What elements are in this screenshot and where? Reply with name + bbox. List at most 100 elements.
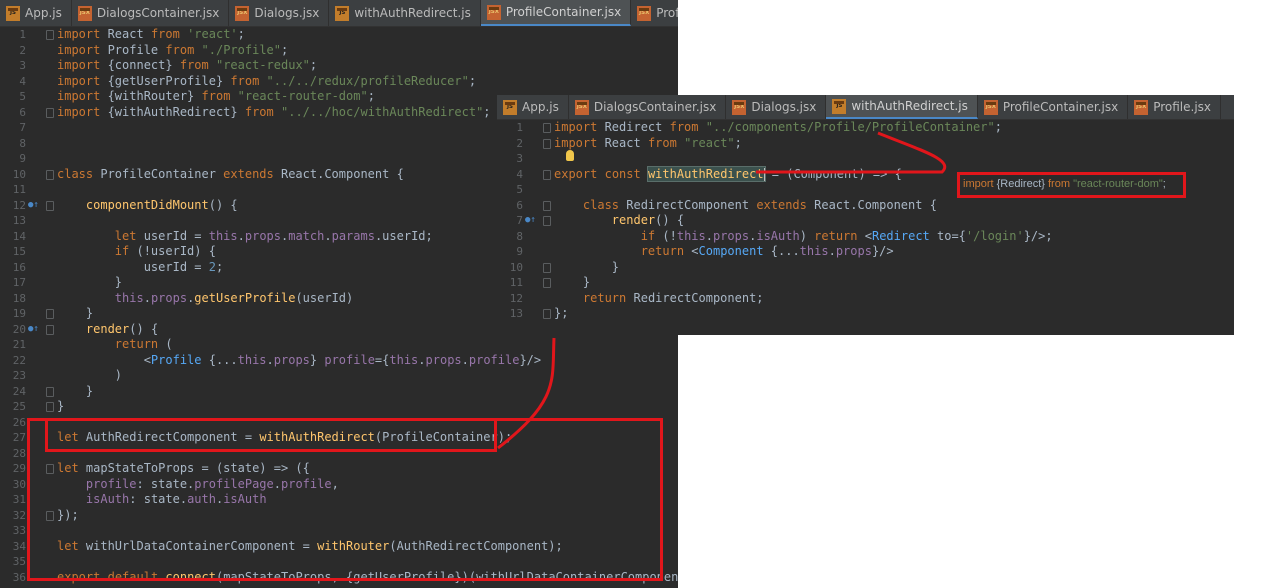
override-marker-icon[interactable]: ●↑ <box>28 322 39 338</box>
line-number: 6 <box>19 105 26 119</box>
line-number: 19 <box>12 307 26 320</box>
line-number: 8 <box>19 136 26 150</box>
line-number: 36 <box>12 570 26 584</box>
fold-marker-icon[interactable] <box>46 324 54 335</box>
fold-marker-icon[interactable] <box>46 107 54 118</box>
overlay-code-line: 10 } <box>497 260 1234 276</box>
overlay-code-line: 8 if (!this.props.isAuth) return <Redire… <box>497 229 1234 245</box>
line-number: 9 <box>516 245 523 258</box>
tab-label: Profile.jsx <box>1153 100 1212 114</box>
fold-marker-icon[interactable] <box>46 169 54 180</box>
line-number: 31 <box>12 493 26 506</box>
line-number: 5 <box>19 90 26 103</box>
tab-label: Dialogs.jsx <box>254 6 320 20</box>
line-number: 15 <box>12 245 26 258</box>
jsx-file-icon: JSX <box>1134 99 1149 115</box>
overlay-tab-2[interactable]: JSX Dialogs.jsx <box>726 95 827 119</box>
code-text: class RedirectComponent extends React.Co… <box>582 197 937 212</box>
fold-marker-icon[interactable] <box>543 200 551 211</box>
code-text: } <box>57 275 123 289</box>
selected-identifier[interactable]: withAuthRedirect <box>646 165 766 182</box>
line-number: 21 <box>12 338 26 351</box>
line-number: 13 <box>509 307 523 320</box>
line-number: 11 <box>509 276 523 289</box>
main-tab-0[interactable]: JS App.js <box>0 0 72 26</box>
code-text: if (!this.props.isAuth) return <Redirect… <box>640 228 1053 243</box>
overlay-tab-4[interactable]: JSX ProfileContainer.jsx <box>978 95 1129 119</box>
line-number: 10 <box>509 260 523 274</box>
line-number: 12 <box>509 291 523 305</box>
js-file-icon: JS <box>832 98 847 114</box>
code-text: import Redirect from "../components/Prof… <box>554 120 1002 134</box>
jsx-file-icon: JSX <box>77 5 92 21</box>
line-number: 7 <box>19 121 26 134</box>
js-file-icon: JS <box>335 5 350 21</box>
main-code-line: 21 return ( <box>0 337 678 353</box>
line-number: 23 <box>12 369 26 382</box>
line-number: 4 <box>516 167 523 181</box>
line-number: 29 <box>12 462 26 475</box>
fold-marker-icon[interactable] <box>543 169 551 180</box>
code-text: return ( <box>114 337 173 351</box>
tab-label: App.js <box>522 100 559 114</box>
code-text: }; <box>554 306 569 320</box>
code-text: } <box>57 306 94 320</box>
fold-marker-icon[interactable] <box>46 402 54 412</box>
line-number: 7 <box>516 214 523 227</box>
fold-marker-icon[interactable] <box>46 30 54 40</box>
overlay-tab-0[interactable]: JS App.js <box>497 95 569 119</box>
line-number: 3 <box>516 152 523 165</box>
fold-marker-icon[interactable] <box>46 200 54 211</box>
overlay-tab-5[interactable]: JSX Profile.jsx <box>1128 95 1222 119</box>
main-code-line: 25} <box>0 399 678 415</box>
js-file-icon: JS <box>503 99 517 115</box>
line-number: 4 <box>19 74 26 88</box>
code-text: import {withRouter} from "react-router-d… <box>57 89 375 103</box>
code-text: export const withAuthRedirect = (Compone… <box>554 165 902 182</box>
code-text: class ProfileContainer extends React.Com… <box>57 166 404 181</box>
lightbulb-icon[interactable] <box>566 150 574 161</box>
line-number: 16 <box>12 260 26 274</box>
code-text: let userId = this.props.match.params.use… <box>114 228 433 243</box>
fold-marker-icon[interactable] <box>543 309 551 319</box>
main-tab-5[interactable]: JSX Profile <box>631 0 678 26</box>
fold-marker-icon[interactable] <box>543 123 551 133</box>
fold-marker-icon[interactable] <box>543 138 551 149</box>
override-marker-icon[interactable]: ●↑ <box>525 213 536 229</box>
fold-marker-icon[interactable] <box>46 386 54 397</box>
overlay-tab-3[interactable]: JS withAuthRedirect.js <box>826 95 978 119</box>
jsx-file-icon: JSX <box>732 99 747 115</box>
main-tab-2[interactable]: JSX Dialogs.jsx <box>229 0 330 26</box>
code-text: return RedirectComponent; <box>582 290 764 305</box>
fold-marker-icon[interactable] <box>46 309 54 319</box>
tab-label: DialogsContainer.jsx <box>593 100 717 114</box>
fold-marker-icon[interactable] <box>543 262 551 273</box>
line-number: 24 <box>12 384 26 398</box>
code-text: render() { <box>611 213 685 227</box>
main-code-line: 4 import {getUserProfile} from "../../red… <box>0 74 678 90</box>
main-tab-3[interactable]: JS withAuthRedirect.js <box>329 0 481 26</box>
overlay-code-line: 9 return <Component {...this.props}/> <box>497 244 1234 260</box>
code-text: render() { <box>85 321 159 336</box>
overlay-tab-1[interactable]: JSX DialogsContainer.jsx <box>569 95 727 119</box>
main-code-line: 1 import React from 'react'; <box>0 27 678 43</box>
overlay-code-line: 13}; <box>497 306 1234 322</box>
main-tab-4[interactable]: JSX ProfileContainer.jsx <box>480 0 632 26</box>
main-tab-1[interactable]: JSX DialogsContainer.jsx <box>72 0 230 26</box>
jsx-file-icon: JSX <box>486 4 501 20</box>
code-text: } <box>554 259 620 274</box>
main-code-line: 24 } <box>0 384 678 400</box>
overlay-code-line: 2 import React from "react"; <box>497 136 1234 152</box>
override-marker-icon[interactable]: ●↑ <box>28 198 39 214</box>
code-text: userId = 2; <box>57 259 224 274</box>
fold-marker-icon[interactable] <box>543 216 551 226</box>
code-text: <Profile {...this.props} profile={this.p… <box>57 352 542 367</box>
line-number: 20 <box>12 322 26 336</box>
jsx-file-icon: JSX <box>574 99 589 115</box>
fold-marker-icon[interactable] <box>543 278 551 288</box>
line-number: 30 <box>12 477 26 491</box>
line-number: 11 <box>12 183 26 196</box>
line-number: 32 <box>12 508 26 522</box>
jsx-file-icon: JSX <box>235 5 250 21</box>
line-number: 13 <box>12 214 26 227</box>
